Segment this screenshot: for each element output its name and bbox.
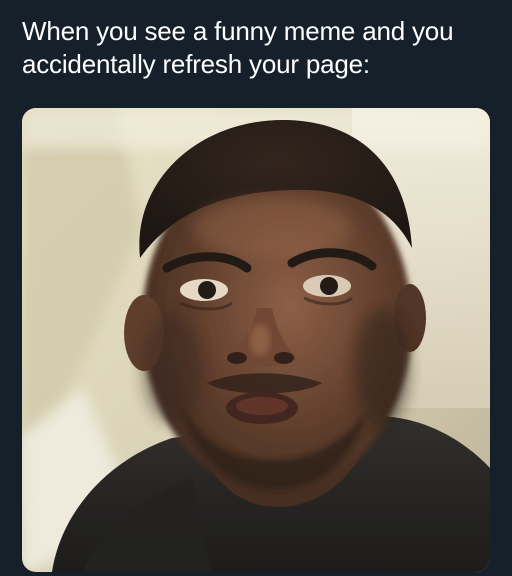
meme-image[interactable] [22, 108, 490, 572]
post-caption: When you see a funny meme and you accide… [22, 16, 454, 79]
meme-post: When you see a funny meme and you accide… [0, 0, 512, 576]
meme-photo-illustration [22, 108, 490, 572]
